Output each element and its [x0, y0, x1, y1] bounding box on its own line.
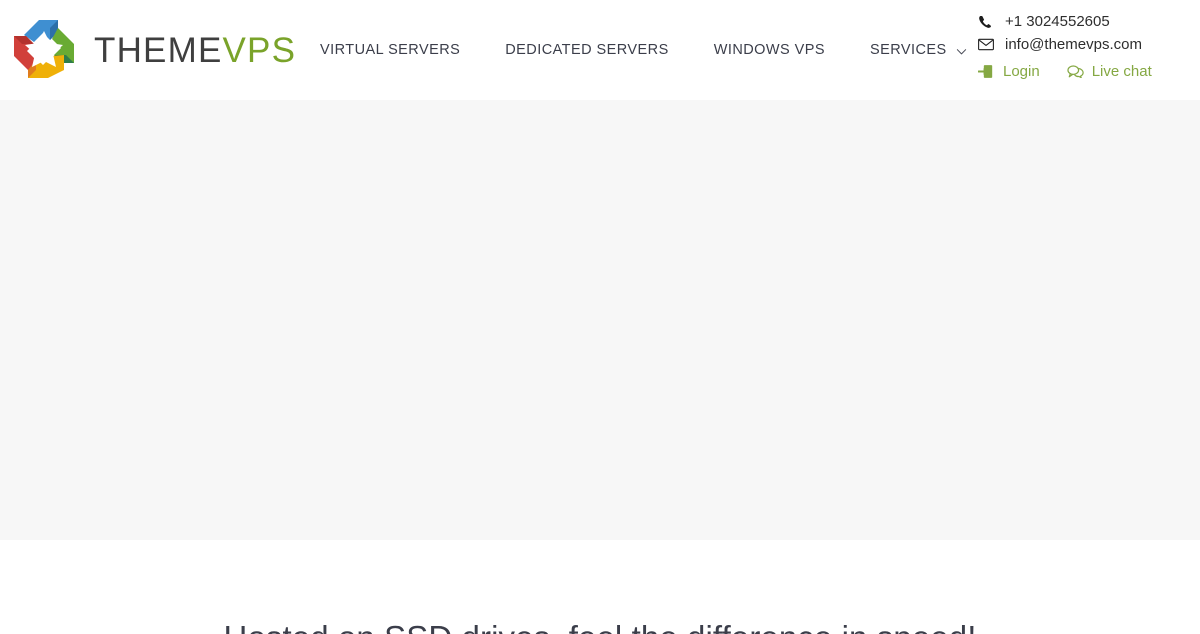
nav-item-windows-vps[interactable]: WINDOWS VPS — [714, 40, 825, 61]
nav-item-services[interactable]: SERVICES — [870, 40, 967, 61]
login-link[interactable]: Login — [978, 63, 1040, 80]
brand-wordmark: THEMEVPS — [94, 33, 296, 68]
live-chat-link-label: Live chat — [1091, 62, 1152, 80]
brand-logo-link[interactable]: THEMEVPS — [12, 18, 296, 80]
envelope-icon — [978, 37, 997, 52]
feature-section: Hosted on SSD drives, feel the differenc… — [0, 540, 1200, 634]
pinwheel-logo-icon — [12, 18, 76, 80]
main-navigation: VIRTUAL SERVERS DEDICATED SERVERS WINDOW… — [320, 40, 967, 61]
header-email-value: info@themevps.com — [1005, 36, 1142, 53]
header-phone[interactable]: +1 3024552605 — [978, 10, 1188, 33]
chevron-down-icon — [956, 46, 967, 57]
brand-wordmark-theme: THEME — [94, 30, 223, 70]
nav-item-virtual-servers[interactable]: VIRTUAL SERVERS — [320, 40, 460, 61]
header-phone-value: +1 3024552605 — [1005, 13, 1110, 30]
nav-item-virtual-servers-label: VIRTUAL SERVERS — [320, 42, 461, 58]
nav-item-dedicated-servers-label: DEDICATED SERVERS — [505, 42, 669, 58]
nav-item-dedicated-servers[interactable]: DEDICATED SERVERS — [505, 40, 668, 61]
header-actions: Login Live chat — [978, 59, 1188, 83]
nav-item-services-label: SERVICES — [870, 42, 947, 58]
brand-wordmark-vps: VPS — [222, 30, 297, 70]
nav-item-windows-vps-label: WINDOWS VPS — [713, 42, 825, 58]
phone-icon — [978, 14, 997, 29]
feature-heading: Hosted on SSD drives, feel the differenc… — [0, 616, 1200, 634]
site-header: THEMEVPS VIRTUAL SERVERS DEDICATED SERVE… — [0, 0, 1200, 100]
header-contact-block: +1 3024552605 info@themevps.com Login Li… — [978, 10, 1188, 83]
login-link-label: Login — [1003, 62, 1040, 80]
comments-icon — [1067, 64, 1085, 79]
hero-slider-band — [0, 100, 1200, 540]
live-chat-link[interactable]: Live chat — [1067, 63, 1152, 80]
header-email[interactable]: info@themevps.com — [978, 33, 1188, 56]
sign-in-icon — [978, 64, 996, 79]
